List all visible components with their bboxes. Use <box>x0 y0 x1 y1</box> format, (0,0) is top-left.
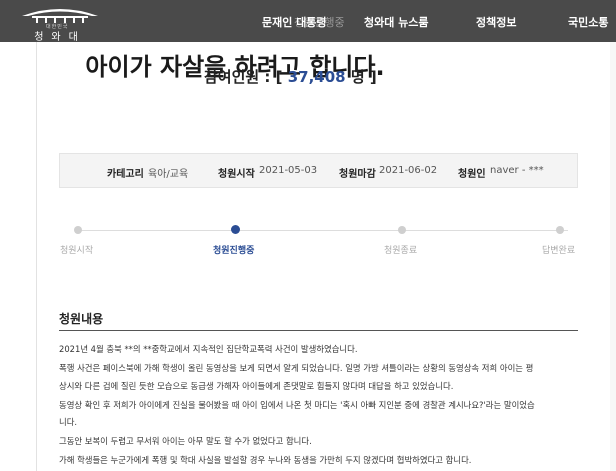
participant-number: 37,408 <box>287 68 346 86</box>
author-label: 청원인 <box>458 169 486 180</box>
step-label-closed: 청원종료 <box>384 246 418 256</box>
step-label-answered: 답변완료 <box>542 246 576 256</box>
body-paragraph-line: 동영상 확인 후 저희가 아이에게 진실을 물어봤을 때 아이 입에서 나온 첫… <box>59 400 535 410</box>
step-dot-closed <box>398 226 406 234</box>
nav-communication[interactable]: 국민소통 <box>568 14 608 30</box>
author-value: naver - *** <box>490 165 544 176</box>
logo-name: 청와대 <box>34 32 86 43</box>
participant-count: 참여인원 : [ 37,408 명 ] <box>204 66 377 87</box>
participant-suffix: 명 ] <box>350 68 377 86</box>
body-paragraph-line: 상시와 다른 겁에 질린 듯한 모습으로 동급생 가해자 아이들에게 존댓말로 … <box>59 381 454 391</box>
category-label: 카테고리 <box>107 169 144 180</box>
section-divider <box>59 330 578 331</box>
nav-president[interactable]: 문재인 대통령 <box>262 14 327 30</box>
participant-label: 참여인원 : [ <box>204 68 283 86</box>
body-paragraph-line: 그동안 보복이 두렵고 무서워 아이는 아무 말도 할 수가 없었다고 합니다. <box>59 436 312 446</box>
petition-info-box: 카테고리 육아/교육 청원시작 2021-05-03 청원마감 2021-06-… <box>59 153 578 188</box>
step-dot-answered <box>556 226 564 234</box>
body-paragraph-line: 2021년 4월 충북 **의 **중학교에서 지속적인 집단학교폭력 사건이 … <box>59 344 358 354</box>
end-date-label: 청원마감 <box>339 169 376 180</box>
step-dot-in-progress <box>231 225 240 234</box>
end-date-value: 2021-06-02 <box>379 165 438 176</box>
start-date-label: 청원시작 <box>218 169 255 180</box>
top-navigation-bar: 대한민국 청와대 청원진행중 문재인 대통령 청와대 뉴스룸 정책정보 국민소통 <box>0 0 616 43</box>
start-date-value: 2021-05-03 <box>259 165 318 176</box>
step-label-in-progress: 청원진행중 <box>213 246 255 256</box>
blue-house-roof-icon <box>22 9 98 23</box>
progress-track <box>78 230 568 231</box>
step-dot-started <box>74 226 82 234</box>
nav-newsroom[interactable]: 청와대 뉴스룸 <box>364 14 429 30</box>
body-paragraph-line: 폭행 사건은 페이스북에 가해 학생이 올린 동영상을 보게 되면서 알게 되었… <box>59 363 534 373</box>
body-paragraph-line: 가해 학생들은 누군가에게 폭행 및 학대 사실을 발설할 경우 누나와 동생을… <box>59 455 472 465</box>
body-paragraph-line: 니다. <box>59 417 78 427</box>
scrollbar-track[interactable] <box>610 42 616 471</box>
category-value: 육아/교육 <box>148 169 189 180</box>
petition-content-heading: 청원내용 <box>59 312 104 326</box>
cheongwadae-logo[interactable]: 대한민국 청와대 <box>18 3 102 43</box>
nav-policy-info[interactable]: 정책정보 <box>476 14 516 30</box>
step-label-started: 청원시작 <box>60 246 94 256</box>
